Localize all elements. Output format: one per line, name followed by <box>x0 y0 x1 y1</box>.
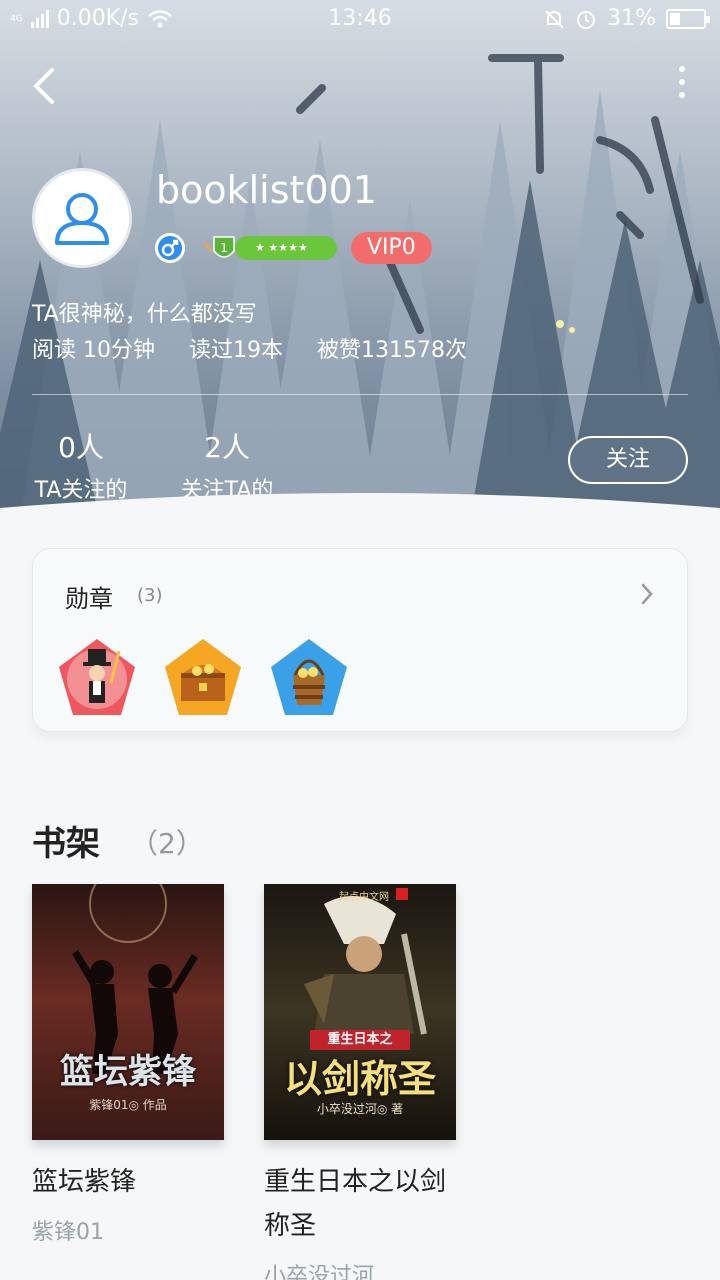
level-stars: ★ ★★★★ <box>235 236 337 260</box>
bio: TA很神秘，什么都没写 <box>32 302 257 327</box>
book-author: 紫锋01 <box>32 1220 104 1245</box>
status-bar: 4G 0.00K/s 13:46 31% <box>0 0 720 38</box>
cover-title: 以剑称圣 <box>283 1056 436 1101</box>
chevron-right-icon[interactable] <box>637 579 657 609</box>
battery-percent: 31% <box>607 6 656 31</box>
male-icon <box>155 233 185 263</box>
cover-subtitle: 小卒没过河◎ 著 <box>316 1102 404 1116</box>
likes-count: 被赞131578次 <box>317 338 467 363</box>
battery-icon <box>666 8 710 29</box>
alarm-icon <box>577 10 596 29</box>
follow-button[interactable]: 关注 <box>568 436 688 484</box>
avatar[interactable] <box>32 168 132 268</box>
shelf-count: （2） <box>130 827 204 860</box>
reading-stats: 阅读 10分钟 读过19本 被赞131578次 <box>32 332 467 364</box>
medals-count: (3) <box>137 585 163 606</box>
medals-card[interactable]: 勋章 (3) <box>32 548 688 732</box>
header-curve <box>0 493 720 520</box>
cover-subtitle: 紫锋01◎ 作品 <box>89 1098 167 1112</box>
book-item[interactable]: 篮坛紫锋 紫锋01◎ 作品 篮坛紫锋 紫锋01 <box>32 884 224 1246</box>
badges-row: 1 ★ ★★★★ VIP0 <box>155 232 432 264</box>
svg-text:1: 1 <box>220 241 228 255</box>
gold-bucket-medal-icon[interactable] <box>267 635 351 719</box>
user-icon <box>55 193 109 245</box>
book-title[interactable]: 重生日本之以剑称圣 <box>264 1160 456 1248</box>
medals-title: 勋章 <box>65 585 113 613</box>
book-cover[interactable]: 起点中文网 重生日本之 以剑称圣 小卒没过河◎ 著 <box>264 884 456 1140</box>
book-author: 小卒没过河 <box>264 1264 375 1280</box>
magician-medal-icon[interactable] <box>55 635 139 719</box>
profile-header: 4G 0.00K/s 13:46 31% booklist001 1 ★ ★★★… <box>0 0 720 520</box>
book-cover[interactable]: 篮坛紫锋 紫锋01◎ 作品 <box>32 884 224 1140</box>
vip-badge[interactable]: VIP0 <box>351 232 432 264</box>
divider <box>32 394 688 395</box>
mute-icon <box>545 9 564 29</box>
book-title[interactable]: 篮坛紫锋 <box>32 1160 224 1204</box>
shelf-title: 书架 <box>32 824 100 864</box>
books-read: 读过19本 <box>189 338 283 363</box>
username: booklist001 <box>156 168 377 212</box>
more-options-button[interactable] <box>676 66 688 106</box>
book-item[interactable]: 起点中文网 重生日本之 以剑称圣 小卒没过河◎ 著 重生日本之以剑称圣 小卒没过… <box>264 884 456 1280</box>
treasure-chest-medal-icon[interactable] <box>161 635 245 719</box>
back-button[interactable] <box>28 62 68 110</box>
level-badge[interactable]: 1 ★ ★★★★ <box>199 233 337 263</box>
cover-title: 篮坛紫锋 <box>60 1052 196 1092</box>
cover-banner: 重生日本之 <box>310 1030 410 1050</box>
cover-brand: 起点中文网 <box>339 892 389 903</box>
reading-time: 阅读 10分钟 <box>32 338 155 363</box>
